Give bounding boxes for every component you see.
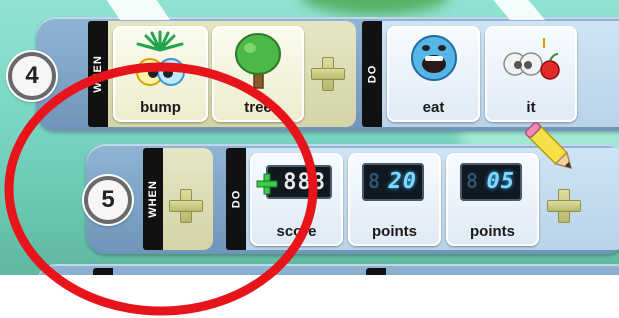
tile-label: it (526, 99, 536, 116)
lcd-ghost-digit: 8 (466, 169, 480, 193)
lcd-value: 05 (486, 169, 515, 194)
do-label-bar-partial (366, 268, 386, 275)
eat-tile[interactable]: eat (387, 26, 480, 122)
do-label-bar: DO (362, 21, 382, 127)
eating-face-icon (411, 35, 457, 81)
it-tile[interactable]: it (485, 26, 577, 122)
lcd-value: 20 (388, 169, 417, 194)
pencil-edit-icon[interactable] (518, 116, 586, 182)
it-apple-icon (503, 38, 560, 80)
red-annotation-circle (4, 62, 318, 316)
background-foliage (300, 0, 450, 15)
do-label: DO (366, 64, 378, 84)
add-do-button[interactable] (546, 188, 581, 223)
lcd-ghost-digit: 8 (368, 169, 382, 193)
lcd-number-icon: 8 20 (362, 163, 424, 201)
points-20-tile[interactable]: 8 20 points (348, 153, 441, 246)
lcd-number-icon: 8 05 (460, 163, 522, 201)
tile-label: eat (422, 99, 445, 116)
tile-label: points (372, 223, 417, 240)
tile-label: points (470, 223, 515, 240)
